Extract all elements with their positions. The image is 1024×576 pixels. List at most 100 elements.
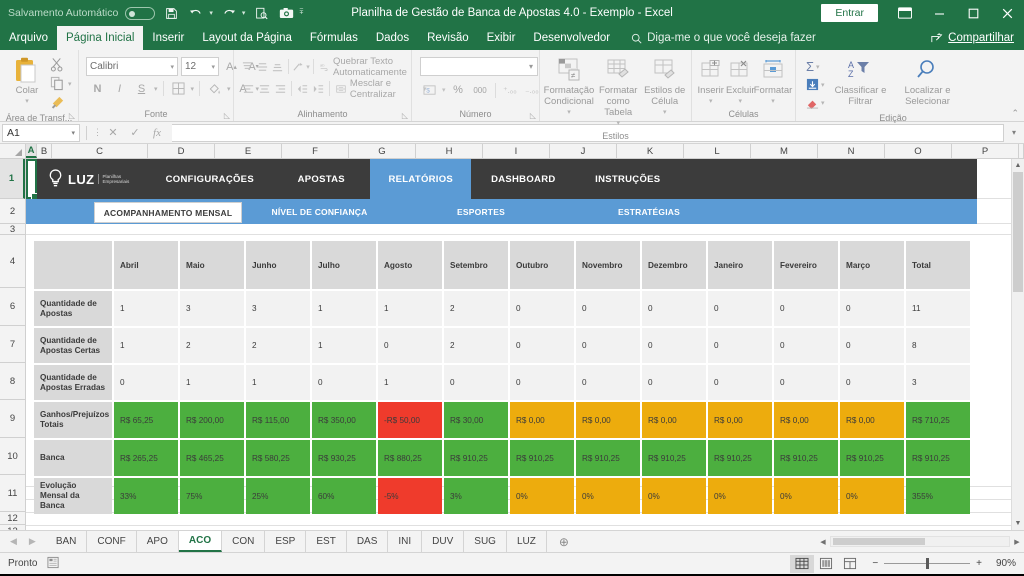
- paste-button[interactable]: Colar ▾: [4, 55, 50, 107]
- cell-apostas-dezembro[interactable]: 0: [642, 291, 706, 326]
- format-dropdown-icon[interactable]: ▾: [771, 96, 775, 107]
- format-painter-button[interactable]: [50, 94, 72, 111]
- cell-banca-total[interactable]: R$ 910,25: [906, 440, 970, 476]
- paste-dropdown-icon[interactable]: ▾: [25, 96, 29, 107]
- align-center-icon[interactable]: [257, 79, 272, 98]
- previous-sheet-icon[interactable]: ◀: [10, 536, 17, 547]
- cell-erradas-abril[interactable]: 0: [114, 365, 178, 400]
- horizontal-scrollbar[interactable]: [830, 536, 1010, 547]
- column-header-B[interactable]: B: [37, 144, 52, 158]
- row-header-3[interactable]: 3: [0, 224, 25, 235]
- format-as-table-button[interactable]: Formatar como Tabela ▾: [594, 55, 642, 129]
- fill-color-dropdown-icon[interactable]: ▾: [227, 85, 231, 93]
- column-header-L[interactable]: L: [684, 144, 751, 158]
- cell-evolucao-dezembro[interactable]: 0%: [642, 478, 706, 514]
- sheet-tab-luz[interactable]: LUZ: [507, 531, 547, 552]
- column-header-H[interactable]: H: [416, 144, 483, 158]
- page-break-preview-icon[interactable]: [838, 555, 862, 573]
- row-header-11[interactable]: 11: [0, 475, 25, 512]
- increase-decimal-icon[interactable]: ⁺.₀₀: [501, 81, 520, 100]
- cell-banca-dezembro[interactable]: R$ 910,25: [642, 440, 706, 476]
- ribbon-tab-pagina-inicial[interactable]: Página Inicial: [57, 26, 144, 50]
- cell-styles-dropdown-icon[interactable]: ▾: [663, 107, 667, 118]
- sheet-tab-aco[interactable]: ACO: [178, 531, 223, 552]
- cell-erradas-agosto[interactable]: 1: [378, 365, 442, 400]
- cell-styles-button[interactable]: Estilos de Célula ▾: [642, 55, 687, 118]
- column-header-I[interactable]: I: [483, 144, 550, 158]
- cell-banca-agosto[interactable]: R$ 880,25: [378, 440, 442, 476]
- percent-style-button[interactable]: %: [449, 81, 468, 100]
- sign-in-button[interactable]: Entrar: [821, 3, 878, 23]
- clear-button[interactable]: ▾: [806, 94, 825, 111]
- column-header-G[interactable]: G: [349, 144, 416, 158]
- insert-dropdown-icon[interactable]: ▾: [709, 96, 713, 107]
- row-header-1[interactable]: 1: [0, 159, 25, 199]
- nav-tab-dashboard[interactable]: DASHBOARD: [471, 159, 575, 199]
- copy-button[interactable]: ▾: [50, 75, 72, 92]
- sub-tab-nivel-de-confianca[interactable]: NÍVEL DE CONFIANÇA: [242, 199, 397, 224]
- increase-indent-icon[interactable]: [311, 79, 326, 98]
- cell-banca-abril[interactable]: R$ 265,25: [114, 440, 178, 476]
- autosum-button[interactable]: Σ ▾: [806, 58, 825, 75]
- conditional-dropdown-icon[interactable]: ▾: [567, 107, 571, 118]
- cut-button[interactable]: [50, 56, 72, 73]
- row-header-7[interactable]: 7: [0, 326, 25, 363]
- font-size-select[interactable]: 12 ▾: [181, 57, 219, 76]
- cell-ganhos-marco[interactable]: R$ 0,00: [840, 402, 904, 438]
- cell-erradas-julho[interactable]: 0: [312, 365, 376, 400]
- ribbon-display-options-icon[interactable]: [888, 0, 922, 26]
- zoom-out-button[interactable]: −: [872, 558, 878, 569]
- cell-certas-total[interactable]: 8: [906, 328, 970, 363]
- sheet-canvas[interactable]: LUZ Planilhas Empresariais CONFIGURAÇÕES…: [26, 159, 1024, 530]
- horizontal-scroll-thumb[interactable]: [833, 538, 925, 545]
- row-header-6[interactable]: 6: [0, 288, 25, 326]
- ribbon-tab-dados[interactable]: Dados: [367, 26, 418, 50]
- cell-banca-marco[interactable]: R$ 910,25: [840, 440, 904, 476]
- undo-icon[interactable]: [187, 4, 205, 22]
- redo-dropdown-icon[interactable]: ▾: [242, 9, 246, 17]
- column-header-K[interactable]: K: [617, 144, 684, 158]
- cell-erradas-janeiro[interactable]: 0: [708, 365, 772, 400]
- sort-filter-button[interactable]: AZ Classificar e Filtrar: [833, 55, 889, 107]
- cell-evolucao-total[interactable]: 355%: [906, 478, 970, 514]
- cell-evolucao-janeiro[interactable]: 0%: [708, 478, 772, 514]
- delete-cells-button[interactable]: Excluir ▾: [726, 55, 756, 107]
- cell-apostas-julho[interactable]: 1: [312, 291, 376, 326]
- cell-banca-julho[interactable]: R$ 930,25: [312, 440, 376, 476]
- row-header-8[interactable]: 8: [0, 363, 25, 400]
- cell-evolucao-maio[interactable]: 75%: [180, 478, 244, 514]
- cell-ganhos-maio[interactable]: R$ 200,00: [180, 402, 244, 438]
- cell-certas-outubro[interactable]: 0: [510, 328, 574, 363]
- cell-evolucao-outubro[interactable]: 0%: [510, 478, 574, 514]
- cell-banca-junho[interactable]: R$ 580,25: [246, 440, 310, 476]
- camera-icon[interactable]: [277, 4, 295, 22]
- number-format-select[interactable]: ▾: [420, 57, 538, 76]
- vertical-scrollbar[interactable]: ▲ ▼: [1011, 159, 1024, 530]
- sub-tab-esportes[interactable]: ESPORTES: [397, 199, 565, 224]
- fill-button[interactable]: ▾: [806, 76, 825, 93]
- delete-dropdown-icon[interactable]: ▾: [738, 96, 742, 107]
- cell-certas-agosto[interactable]: 0: [378, 328, 442, 363]
- cell-ganhos-agosto[interactable]: -R$ 50,00: [378, 402, 442, 438]
- font-family-select[interactable]: Calibri ▾: [86, 57, 178, 76]
- column-header-N[interactable]: N: [818, 144, 885, 158]
- borders-dropdown-icon[interactable]: ▾: [191, 85, 195, 93]
- column-header-J[interactable]: J: [550, 144, 617, 158]
- cell-ganhos-total[interactable]: R$ 710,25: [906, 402, 970, 438]
- cell-banca-fevereiro[interactable]: R$ 910,25: [774, 440, 838, 476]
- number-dialog-launcher[interactable]: ◺: [530, 111, 536, 120]
- format-cells-button[interactable]: Formatar ▾: [754, 55, 792, 107]
- comma-style-button[interactable]: 000: [471, 81, 490, 100]
- zoom-level[interactable]: 90%: [982, 558, 1016, 569]
- cell-erradas-setembro[interactable]: 0: [444, 365, 508, 400]
- sub-tab-estrategias[interactable]: ESTRATÉGIAS: [565, 199, 733, 224]
- align-left-icon[interactable]: [241, 79, 256, 98]
- minimize-button[interactable]: [922, 0, 956, 26]
- cell-certas-marco[interactable]: 0: [840, 328, 904, 363]
- cell-erradas-outubro[interactable]: 0: [510, 365, 574, 400]
- cell-apostas-marco[interactable]: 0: [840, 291, 904, 326]
- nav-tab-relatorios[interactable]: RELATÓRIOS: [370, 159, 472, 199]
- cell-apostas-agosto[interactable]: 1: [378, 291, 442, 326]
- underline-button[interactable]: S: [132, 79, 151, 98]
- sheet-tab-das[interactable]: DAS: [347, 531, 389, 552]
